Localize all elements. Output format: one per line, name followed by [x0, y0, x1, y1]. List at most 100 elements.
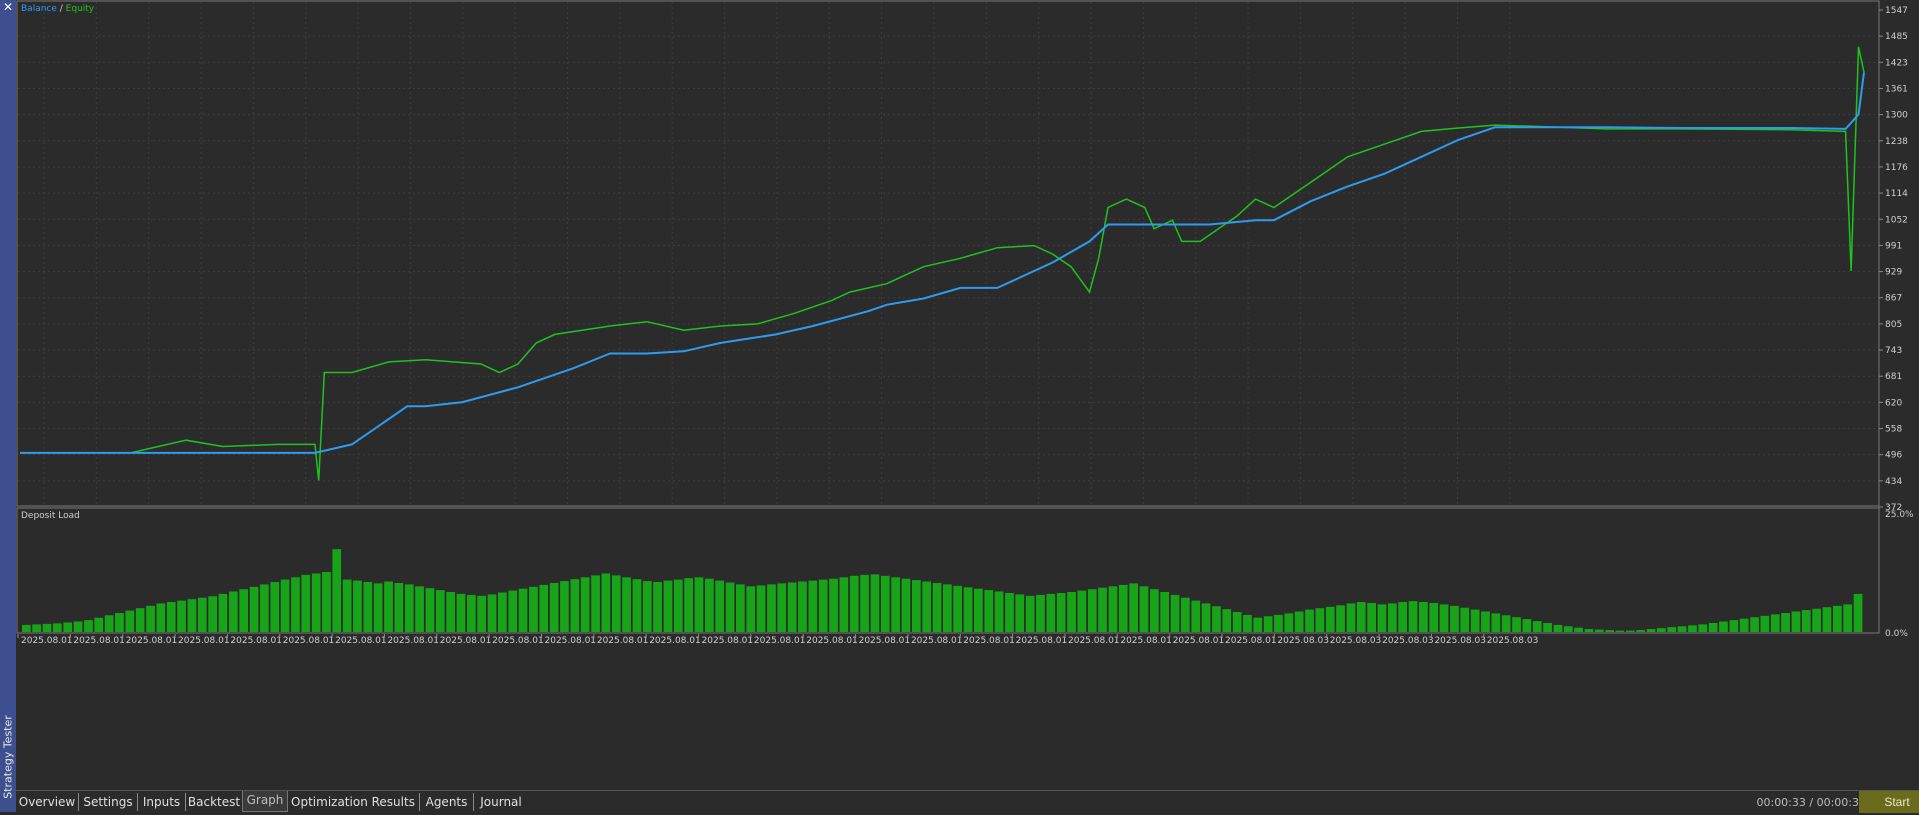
- deposit-load-bar: [125, 610, 135, 632]
- deposit-load-bar: [135, 608, 145, 632]
- deposit-load-bar: [1822, 607, 1832, 632]
- deposit-load-bar: [311, 573, 321, 632]
- deposit-load-bar: [1460, 607, 1470, 632]
- legend: Balance / Equity: [21, 4, 95, 14]
- deposit-load-bar: [1077, 590, 1087, 632]
- deposit-load-bar: [601, 573, 611, 632]
- y-tick-label: 991: [1885, 241, 1902, 251]
- y-tick-label: 1547: [1885, 6, 1908, 16]
- deposit-load-bar: [42, 623, 52, 632]
- deposit-load-bar: [73, 621, 83, 632]
- deposit-load-title: Deposit Load: [21, 511, 80, 521]
- deposit-load-bar: [1833, 605, 1842, 632]
- start-button[interactable]: Start: [1859, 791, 1919, 813]
- deposit-load-bar: [1315, 608, 1325, 632]
- y-tick-label: 867: [1885, 294, 1902, 304]
- deposit-y-tick-label: 0.0%: [1885, 629, 1908, 639]
- tab-backtest[interactable]: Backtest: [186, 793, 243, 811]
- deposit-load-bar: [1388, 603, 1397, 632]
- y-tick-label: 558: [1885, 425, 1902, 435]
- deposit-load-bar: [115, 613, 124, 632]
- deposit-load-bar: [1646, 629, 1656, 632]
- deposit-load-bar: [1191, 600, 1201, 632]
- deposit-load-bar: [1843, 604, 1852, 632]
- y-tick-label: 1238: [1885, 137, 1908, 147]
- y-tick-label: 620: [1885, 398, 1902, 408]
- deposit-load-bar: [1812, 608, 1821, 632]
- deposit-load-bar: [642, 581, 652, 632]
- tab-overview[interactable]: Overview: [16, 793, 79, 811]
- deposit-load-bar: [1667, 627, 1677, 632]
- deposit-load-bar: [1294, 611, 1304, 632]
- x-tick-label: 2025.08.01: [545, 636, 597, 646]
- tab-graph[interactable]: Graph: [242, 791, 288, 812]
- y-axis: 1547 1485 1423 1361 1300 1238 1176 1114 1052 991 9…: [1879, 6, 1908, 513]
- deposit-load-bar: [529, 586, 538, 632]
- deposit-load-bar: [384, 581, 393, 632]
- close-icon[interactable]: ✕: [2, 1, 14, 13]
- deposit-load-bar: [1439, 604, 1449, 632]
- y-tick-label: 1361: [1885, 84, 1908, 94]
- deposit-load-bar: [239, 589, 248, 632]
- deposit-load-bar: [1688, 625, 1697, 632]
- x-tick-label: 2025.08.01: [806, 636, 858, 646]
- deposit-load-bar: [353, 580, 362, 632]
- deposit-load-bar: [156, 603, 166, 632]
- deposit-load-bar: [1170, 594, 1180, 632]
- x-tick-label: 2025.08.01: [911, 636, 963, 646]
- deposit-load-bar: [746, 586, 756, 632]
- strategy-tester-sidebar: ✕ Strategy Tester: [0, 0, 16, 812]
- deposit-load-bar: [622, 577, 631, 632]
- tab-optimization-results[interactable]: Optimization Results: [287, 793, 420, 811]
- y-tick-label: 434: [1885, 477, 1902, 487]
- x-tick-label: 2025.08.01: [859, 636, 911, 646]
- deposit-load-bar: [498, 592, 507, 632]
- deposit-load-bar: [1046, 593, 1056, 632]
- tab-inputs[interactable]: Inputs: [138, 793, 186, 811]
- deposit-load-bar: [1067, 592, 1076, 632]
- deposit-load-bar: [394, 583, 404, 632]
- deposit-load-bar: [715, 580, 724, 632]
- deposit-load-bar: [1501, 615, 1511, 632]
- deposit-load-bar: [1729, 620, 1739, 632]
- x-tick-label: 2025.08.01: [1173, 636, 1225, 646]
- deposit-load-bar: [342, 579, 352, 632]
- y-tick-label: 1114: [1885, 189, 1908, 199]
- tab-agents[interactable]: Agents: [420, 793, 474, 811]
- deposit-load-bar: [767, 584, 776, 632]
- balance-equity-chart: [16, 0, 1880, 507]
- deposit-load-bar: [756, 585, 766, 632]
- chart-area: 1547 1485 1423 1361 1300 1238 1176 1114 1052 991 9…: [16, 0, 1914, 646]
- deposit-load-bar: [1553, 624, 1563, 632]
- deposit-load-bar: [1615, 630, 1625, 632]
- deposit-load-bar: [953, 585, 962, 632]
- deposit-load-bar: [673, 579, 683, 632]
- x-tick-label: 2025.08.01: [1120, 636, 1172, 646]
- deposit-load-bar: [229, 591, 238, 632]
- y-tick-label: 929: [1885, 268, 1902, 278]
- tab-journal[interactable]: Journal: [474, 793, 528, 811]
- x-tick-label: 2025.08.03: [1382, 636, 1434, 646]
- tab-settings[interactable]: Settings: [79, 793, 138, 811]
- deposit-load-bar: [539, 584, 549, 632]
- deposit-load-bar: [1015, 594, 1025, 632]
- deposit-load-bar: [1853, 593, 1863, 632]
- deposit-load-bar: [187, 599, 197, 632]
- deposit-load-bar: [487, 594, 497, 632]
- y-tick-label: 805: [1885, 320, 1902, 330]
- deposit-load-bar: [1346, 603, 1356, 632]
- deposit-load-bar: [560, 581, 569, 632]
- deposit-load-bar: [1356, 602, 1366, 632]
- deposit-load-bar: [1274, 614, 1283, 632]
- deposit-load-bar: [518, 588, 528, 632]
- deposit-load-bar: [177, 600, 186, 632]
- deposit-load-bar: [280, 579, 290, 632]
- x-tick-label: 2025.08.01: [126, 636, 178, 646]
- deposit-load-bar: [1719, 621, 1728, 632]
- deposit-load-bar: [1181, 597, 1190, 632]
- deposit-load-bar: [1087, 589, 1097, 632]
- deposit-load-bar: [166, 602, 176, 632]
- deposit-load-bar: [1626, 630, 1635, 632]
- x-tick-label: 2025.08.01: [283, 636, 335, 646]
- deposit-load-bar: [1243, 614, 1252, 632]
